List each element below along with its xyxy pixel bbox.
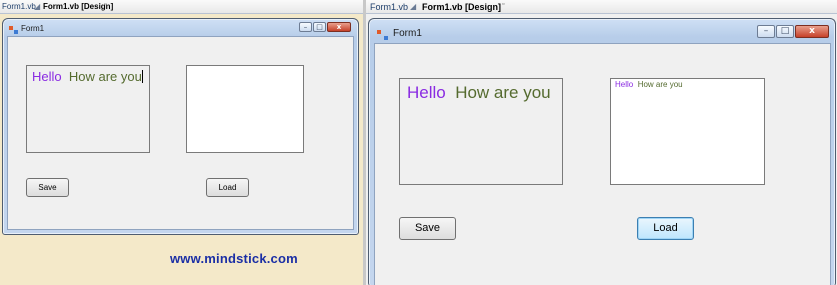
message-text: How are you — [455, 83, 551, 102]
app-icon — [377, 29, 388, 40]
load-button[interactable]: Load — [206, 178, 249, 197]
tab-separator-icon: ◢ — [410, 2, 417, 11]
form-client-area: Hello How are you Save Load — [7, 36, 354, 230]
load-button[interactable]: Load — [637, 217, 694, 240]
form1-window: Form1 – □ x Hello How are you Hello How … — [368, 18, 836, 285]
watermark-text: www.mindstick.com — [170, 251, 298, 266]
minimize-button[interactable]: – — [299, 22, 312, 32]
pin-icon[interactable]: ▫ — [502, 1, 504, 8]
tab-separator-icon: ◢ — [34, 2, 41, 11]
pin-icon[interactable]: ▫ — [104, 1, 106, 8]
app-icon — [9, 25, 18, 34]
tab-form1-design[interactable]: Form1.vb [Design] — [422, 1, 501, 13]
close-button[interactable]: x — [327, 22, 351, 32]
maximize-button[interactable]: □ — [776, 25, 794, 38]
window-title: Form1 — [21, 24, 45, 33]
minimize-button[interactable]: – — [757, 25, 775, 38]
window-title: Form1 — [393, 28, 422, 39]
textbox-1[interactable]: Hello How are you — [26, 65, 150, 153]
tab-form1-vb[interactable]: Form1.vb — [2, 1, 36, 13]
form-client-area: Hello How are you Hello How are you Save… — [374, 43, 831, 285]
save-button[interactable]: Save — [26, 178, 69, 197]
textbox-2[interactable]: Hello How are you — [610, 78, 765, 185]
textbox-1[interactable]: Hello How are you — [399, 78, 563, 185]
close-button[interactable]: x — [795, 25, 829, 38]
message-text: How are you — [68, 69, 142, 84]
left-panel: Form1.vb ◢ Form1.vb [Design] ▫ Form1 – □… — [0, 0, 363, 285]
text-caret — [141, 70, 143, 83]
hello-text: Hello — [615, 80, 634, 89]
document-tabs: Form1.vb ◢ Form1.vb [Design] ▫ — [0, 0, 363, 14]
hello-text: Hello — [32, 69, 62, 84]
tab-form1-vb[interactable]: Form1.vb — [370, 1, 408, 13]
form1-window: Form1 – □ x Hello How are you Save Load — [2, 18, 359, 235]
right-panel: Form1.vb ◢ Form1.vb [Design] ▫ Form1 – □… — [366, 0, 837, 285]
textbox-2[interactable] — [186, 65, 304, 153]
hello-text: Hello — [407, 83, 446, 102]
document-tabs: Form1.vb ◢ Form1.vb [Design] ▫ — [366, 0, 837, 14]
tab-form1-design[interactable]: Form1.vb [Design] — [43, 1, 113, 13]
maximize-button[interactable]: □ — [313, 22, 326, 32]
save-button[interactable]: Save — [399, 217, 456, 240]
message-text: How are you — [637, 80, 683, 89]
